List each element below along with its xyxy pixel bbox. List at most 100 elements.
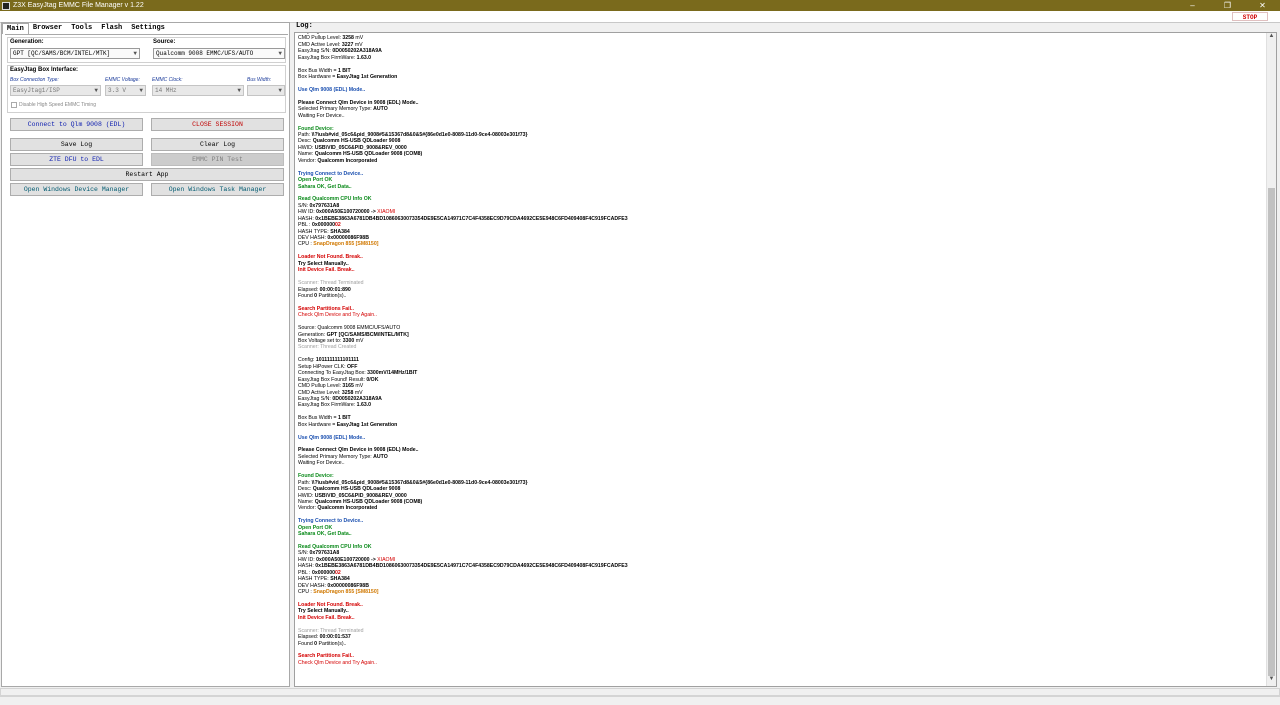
maximize-button[interactable]: ❐ <box>1210 0 1245 11</box>
log-segment: EasyJtag Box FirmWare: <box>298 54 357 61</box>
box-interface-group: EasyJtag Box Interface: Box Connection T… <box>7 65 286 113</box>
log-segment: 3165 <box>342 383 354 390</box>
log-segment: 3258 <box>341 389 354 396</box>
log-segment: EasyJtag 1st Generation <box>336 74 398 81</box>
log-segment: PBL : <box>298 222 312 229</box>
log-segment: mV <box>353 35 364 42</box>
box-conn-type-value: EasyJtag1/ISP <box>13 87 60 94</box>
scroll-up-icon[interactable]: ▲ <box>1267 33 1276 43</box>
source-select[interactable]: Qualcomm 9008 EMMC/UFS/AUTO ▼ <box>153 48 285 59</box>
checkbox-box <box>11 102 17 108</box>
log-segment: GPT [QC/SAMS/BCM/INTEL/MTK] <box>326 331 409 338</box>
log-segment: SnapDragon 855 [SM8150] <box>313 589 379 596</box>
log-segment: Check Qlm Device and Try Again.. <box>298 312 377 319</box>
log-segment: 0/OK <box>366 376 379 383</box>
log-segment: Vendor: <box>298 505 318 512</box>
log-segment: mV <box>353 383 364 390</box>
window-controls: – ❐ ✕ <box>1175 0 1280 11</box>
status-progress <box>0 688 1280 696</box>
minimize-button[interactable]: – <box>1175 0 1210 11</box>
generation-select[interactable]: GPT [QC/SAMS/BCM/INTEL/MTK] ▼ <box>10 48 140 59</box>
log-segment: S/N: <box>298 202 310 209</box>
emmc-voltage-label: EMMC Voltage: <box>105 77 140 83</box>
log-segment: Open Port OK <box>298 524 333 531</box>
log-line: Check Qlm Device and Try Again.. <box>298 660 1258 666</box>
log-segment: Elapsed: <box>298 286 320 293</box>
stop-button[interactable]: STOP <box>1232 12 1268 21</box>
tab-main[interactable]: Main <box>2 23 29 34</box>
log-segment: CMD Pullup Level: <box>298 35 343 42</box>
log-segment: 0x1BEBE3863A6781DB4BD10860630073354DE9E5… <box>315 215 628 222</box>
emmc-clock-value: 14 MHz <box>155 87 177 94</box>
source-label: Source: <box>153 39 176 45</box>
tab-browser[interactable]: Browser <box>29 23 67 34</box>
log-segment: Sahara OK, Get Data.. <box>298 183 352 190</box>
log-segment: Waiting For Device.. <box>298 112 345 119</box>
log-segment: 1 BIT <box>337 415 351 422</box>
log-view[interactable]: EasyJtag Box Found! Result: 0/OK CMD Pul… <box>294 32 1277 687</box>
log-segment: Please Connect Qlm Device in 9008 (EDL) … <box>298 99 419 106</box>
hs-timing-checkbox[interactable]: Disable High Speed EMMC Timing <box>11 102 96 108</box>
log-segment: HASH: <box>298 215 316 222</box>
generation-value: GPT [QC/SAMS/BCM/INTEL/MTK] <box>13 50 111 57</box>
log-segment: 3258 <box>342 35 354 42</box>
log-segment: Connecting To EasyJtag Box: <box>298 370 368 377</box>
log-segment: Path: <box>298 479 312 486</box>
log-segment: EasyJtag 1st Generation <box>336 421 398 428</box>
log-segment: Init Device Fail. Break.. <box>298 267 355 274</box>
task-manager-button[interactable]: Open Windows Task Manager <box>151 183 284 196</box>
emmc-pin-test-button[interactable]: EMMC PIN Test <box>151 153 284 166</box>
box-conn-type-select[interactable]: EasyJtag1/ISP ▼ <box>10 85 101 96</box>
tab-tools[interactable]: Tools <box>67 23 97 34</box>
log-segment: Trying Connect to Device.. <box>298 518 364 525</box>
log-segment: DEV HASH: <box>298 235 328 241</box>
left-panel: Main Browser Tools Flash Settings Genera… <box>1 22 290 687</box>
box-interface-label: EasyJtag Box Interface: <box>10 67 79 73</box>
emmc-clock-label: EMMC Clock: <box>152 77 183 83</box>
log-segment: 0x000000 <box>311 569 336 576</box>
hs-timing-label: Disable High Speed EMMC Timing <box>19 102 96 108</box>
log-segment: 02 <box>335 569 341 576</box>
log-segment: SHA384 <box>330 576 350 583</box>
tab-flash[interactable]: Flash <box>97 23 127 34</box>
log-segment: Config: <box>298 357 316 364</box>
log-segment: Elapsed: <box>298 634 320 641</box>
scroll-thumb[interactable] <box>1268 188 1275 676</box>
log-segment: Please Connect Qlm Device in 9008 (EDL) … <box>298 447 419 454</box>
log-segment: Scanner: Thread Terminated <box>298 280 364 287</box>
log-segment: CMD Pullup Level: <box>298 383 343 390</box>
log-segment: Selected Primary Memory Type: <box>298 106 374 113</box>
log-segment: USB\VID_05C6&PID_9008&REV_0000 <box>314 492 407 499</box>
zte-dfu-button[interactable]: ZTE DFU to EDL <box>10 153 143 166</box>
scroll-down-icon[interactable]: ▼ <box>1267 676 1276 686</box>
restart-app-button[interactable]: Restart App <box>10 168 284 181</box>
clear-log-button[interactable]: Clear Log <box>151 138 284 151</box>
app-icon <box>2 1 10 10</box>
close-session-button[interactable]: CLOSE SESSION <box>151 118 284 131</box>
log-segment: Found <box>298 640 315 647</box>
bus-width-label: Bus Width: <box>247 77 272 83</box>
log-segment: Name: <box>298 498 315 505</box>
log-segment: 1 BIT <box>337 67 351 74</box>
save-log-button[interactable]: Save Log <box>10 138 143 151</box>
log-segment: 0x797631A8 <box>309 550 340 557</box>
log-segment: 0x1BEBE3863A6781DB4BD10860630073354DE9E5… <box>315 563 628 570</box>
connect-button[interactable]: Connect to Qlm 9008 (EDL) <box>10 118 143 131</box>
tab-settings[interactable]: Settings <box>127 23 170 34</box>
log-segment: 0D0050202A318A9A <box>332 48 382 55</box>
log-segment: Try Select Manually.. <box>298 260 349 267</box>
device-manager-button[interactable]: Open Windows Device Manager <box>10 183 143 196</box>
chevron-down-icon: ▼ <box>278 50 282 57</box>
close-button[interactable]: ✕ <box>1245 0 1280 11</box>
emmc-clock-select[interactable]: 14 MHz ▼ <box>152 85 244 96</box>
log-segment: Init Device Fail. Break.. <box>298 614 355 621</box>
chevron-down-icon: ▼ <box>139 87 143 94</box>
emmc-voltage-select[interactable]: 3.3 V ▼ <box>105 85 146 96</box>
log-segment: Box Hardware = <box>298 421 337 428</box>
log-segment: Qualcomm HS-USB QDLoader 9008 (COM8) <box>314 151 423 158</box>
bus-width-select[interactable]: ▼ <box>247 85 285 96</box>
log-segment: Selected Primary Memory Type: <box>298 453 374 460</box>
log-segment: Box Hardware = <box>298 74 337 81</box>
log-segment: 1.63.0 <box>356 402 372 409</box>
log-scrollbar[interactable]: ▲ ▼ <box>1266 33 1276 686</box>
